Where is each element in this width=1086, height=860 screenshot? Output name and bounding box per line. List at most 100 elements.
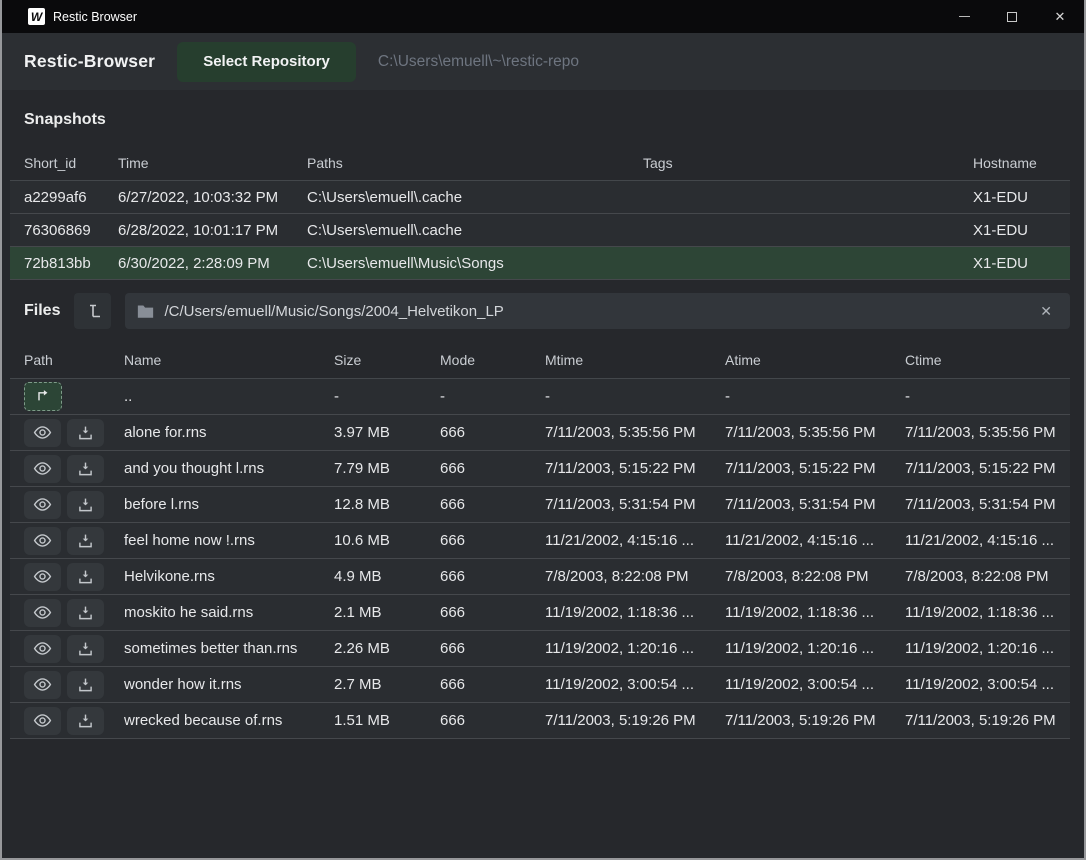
file-ctime: 11/19/2002, 1:20:16 ... [905,640,1070,657]
preview-file-button[interactable] [24,527,61,555]
preview-file-button[interactable] [24,635,61,663]
preview-file-button[interactable] [24,671,61,699]
preview-file-button[interactable] [24,707,61,735]
file-ctime: 11/19/2002, 1:18:36 ... [905,604,1070,621]
file-ctime: 7/11/2003, 5:15:22 PM [905,460,1070,477]
files-section-title: Files [24,302,60,320]
snapshot-time: 6/30/2022, 2:28:09 PM [118,255,307,272]
snapshot-row[interactable]: 76306869 6/28/2022, 10:01:17 PM C:\Users… [10,214,1070,247]
path-input[interactable] [164,303,1024,320]
file-size: - [334,388,440,405]
file-atime: 7/11/2003, 5:15:22 PM [725,460,905,477]
minimize-button[interactable] [940,0,988,33]
clear-path-button[interactable]: ✕ [1034,301,1058,322]
file-row: alone for.rns 3.97 MB 666 7/11/2003, 5:3… [10,415,1070,451]
preview-file-button[interactable] [24,563,61,591]
files-table: Path Name Size Mode Mtime Atime Ctime ..… [10,341,1070,739]
download-icon [77,641,94,657]
file-size: 12.8 MB [334,496,440,513]
file-name: feel home now !.rns [124,532,334,549]
file-mtime: 11/21/2002, 4:15:16 ... [545,532,725,549]
files-table-body: .. - - - - - alone for.rns 3. [10,379,1070,739]
download-icon [77,461,94,477]
preview-file-button[interactable] [24,599,61,627]
file-actions [24,707,124,735]
file-ctime: 11/21/2002, 4:15:16 ... [905,532,1070,549]
file-ctime: 7/11/2003, 5:35:56 PM [905,424,1070,441]
col-mode: Mode [440,352,545,368]
preview-file-button[interactable] [24,455,61,483]
snapshot-row[interactable]: 72b813bb 6/30/2022, 2:28:09 PM C:\Users\… [10,247,1070,280]
eye-icon [33,677,52,692]
download-file-button[interactable] [67,599,104,627]
file-actions [24,671,124,699]
download-icon [77,533,94,549]
snapshot-row[interactable]: a2299af6 6/27/2022, 10:03:32 PM C:\Users… [10,181,1070,214]
col-paths: Paths [307,155,643,171]
file-mode: 666 [440,712,545,729]
file-row: sometimes better than.rns 2.26 MB 666 11… [10,631,1070,667]
eye-icon [33,605,52,620]
maximize-icon [1007,12,1017,22]
file-name: wonder how it.rns [124,676,334,693]
file-actions [24,382,124,411]
file-atime: 11/21/2002, 4:15:16 ... [725,532,905,549]
window-controls: ✕ [940,0,1084,33]
file-name: and you thought l.rns [124,460,334,477]
select-repository-button[interactable]: Select Repository [177,42,356,82]
file-ctime: - [905,388,1070,405]
col-tags: Tags [643,155,973,171]
restic-browser-window: W Restic Browser ✕ Restic-Browser Select… [0,0,1086,860]
download-file-button[interactable] [67,563,104,591]
download-file-button[interactable] [67,491,104,519]
parent-dir-button[interactable] [24,382,62,411]
up-level-arrow-icon [34,387,52,403]
file-mtime: 7/11/2003, 5:35:56 PM [545,424,725,441]
file-atime: 11/19/2002, 1:20:16 ... [725,640,905,657]
snapshot-time: 6/28/2022, 10:01:17 PM [118,222,307,239]
file-size: 10.6 MB [334,532,440,549]
file-size: 7.79 MB [334,460,440,477]
preview-file-button[interactable] [24,491,61,519]
file-mode: 666 [440,676,545,693]
download-file-button[interactable] [67,419,104,447]
snapshot-short-id: 72b813bb [24,255,118,272]
file-row: .. - - - - - [10,379,1070,415]
col-time: Time [118,155,307,171]
file-name: .. [124,388,334,405]
snapshot-short-id: a2299af6 [24,189,118,206]
file-size: 3.97 MB [334,424,440,441]
file-row: moskito he said.rns 2.1 MB 666 11/19/200… [10,595,1070,631]
file-mode: 666 [440,640,545,657]
file-name: before l.rns [124,496,334,513]
file-size: 2.26 MB [334,640,440,657]
file-ctime: 11/19/2002, 3:00:54 ... [905,676,1070,693]
close-button[interactable]: ✕ [1036,0,1084,33]
file-actions [24,599,124,627]
file-actions [24,455,124,483]
col-hostname: Hostname [973,155,1070,171]
eye-icon [33,569,52,584]
download-file-button[interactable] [67,527,104,555]
tree-view-button[interactable] [74,293,111,329]
maximize-button[interactable] [988,0,1036,33]
download-file-button[interactable] [67,455,104,483]
file-actions [24,635,124,663]
preview-file-button[interactable] [24,419,61,447]
eye-icon [33,641,52,656]
files-table-header: Path Name Size Mode Mtime Atime Ctime [10,341,1070,379]
snapshots-table-body: a2299af6 6/27/2022, 10:03:32 PM C:\Users… [10,181,1070,280]
download-file-button[interactable] [67,635,104,663]
eye-icon [33,533,52,548]
window-title: Restic Browser [53,10,137,24]
file-row: wrecked because of.rns 1.51 MB 666 7/11/… [10,703,1070,739]
eye-icon [33,425,52,440]
file-mode: - [440,388,545,405]
snapshot-paths: C:\Users\emuell\Music\Songs [307,255,643,272]
download-icon [77,677,94,693]
file-mode: 666 [440,496,545,513]
download-file-button[interactable] [67,671,104,699]
file-atime: 7/11/2003, 5:19:26 PM [725,712,905,729]
download-file-button[interactable] [67,707,104,735]
file-mtime: 11/19/2002, 1:18:36 ... [545,604,725,621]
